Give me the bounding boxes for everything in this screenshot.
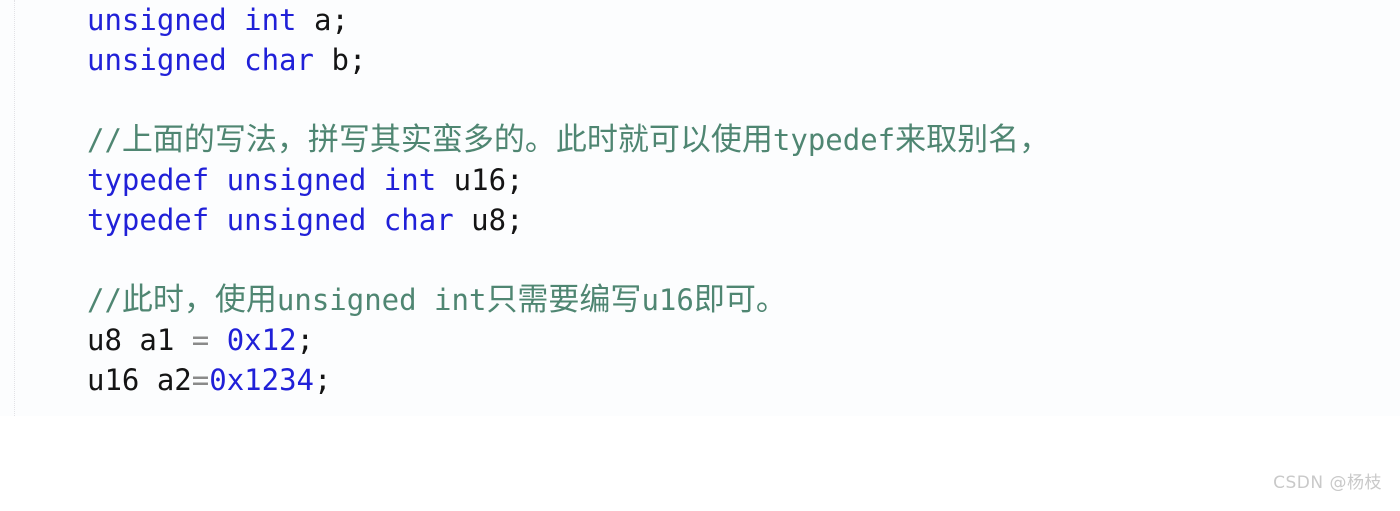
- code-gutter-rule: [14, 0, 15, 416]
- code-token-number: 0x1234: [209, 363, 314, 397]
- code-lines-container: unsigned int a; unsigned char b; //上面的写法，…: [87, 0, 1377, 400]
- code-line: typedef unsigned int u16;: [87, 160, 1377, 200]
- comment-ascii-text: typedef: [772, 123, 896, 157]
- code-line: unsigned char b;: [87, 40, 1377, 80]
- code-token-operator: =: [191, 363, 210, 397]
- comment-ascii-text: u16: [641, 283, 694, 317]
- code-token-punct: ;: [314, 363, 332, 397]
- comment-ascii-text: //: [87, 283, 122, 317]
- code-token-plain: b;: [313, 43, 367, 77]
- code-token-plain: a;: [296, 3, 349, 37]
- comment-cjk-text: 来取别名，: [895, 122, 1051, 158]
- comment-ascii-text: //: [87, 123, 122, 157]
- code-token-punct: ;: [296, 323, 315, 357]
- csdn-watermark: CSDN @杨枝: [1273, 473, 1382, 493]
- comment-cjk-text: 此时，使用: [121, 282, 277, 318]
- code-token-operator: =: [191, 323, 210, 357]
- code-block: unsigned int a; unsigned char b; //上面的写法，…: [0, 0, 1400, 416]
- code-comment-line: //此时，使用unsigned int只需要编写u16即可。: [87, 280, 1377, 320]
- code-line: u8 a1 = 0x12;: [87, 320, 1377, 360]
- code-token-plain: u16;: [436, 163, 524, 197]
- code-token-plain: u8;: [453, 203, 524, 237]
- code-token-keyword: unsigned char: [87, 43, 314, 77]
- code-token-keyword: unsigned int: [87, 3, 297, 37]
- code-line: unsigned int a;: [87, 0, 1377, 40]
- comment-cjk-text: 只需要编写: [486, 282, 642, 318]
- comment-cjk-text: 上面的写法，拼写其实蛮多的。此时就可以使用: [121, 122, 773, 158]
- code-token-number: 0x12: [226, 323, 297, 357]
- code-token-keyword: typedef unsigned int: [87, 163, 437, 197]
- comment-cjk-text: 即可。: [693, 282, 787, 318]
- code-token-plain: u8 a1: [87, 323, 192, 357]
- code-line: typedef unsigned char u8;: [87, 200, 1377, 240]
- code-line: u16 a2=0x1234;: [87, 360, 1377, 400]
- comment-ascii-text: unsigned int: [276, 283, 487, 317]
- code-comment-line: //上面的写法，拼写其实蛮多的。此时就可以使用typedef来取别名，: [87, 120, 1377, 160]
- code-token-keyword: typedef unsigned char: [87, 203, 454, 237]
- code-token-plain: u16 a2: [87, 363, 192, 397]
